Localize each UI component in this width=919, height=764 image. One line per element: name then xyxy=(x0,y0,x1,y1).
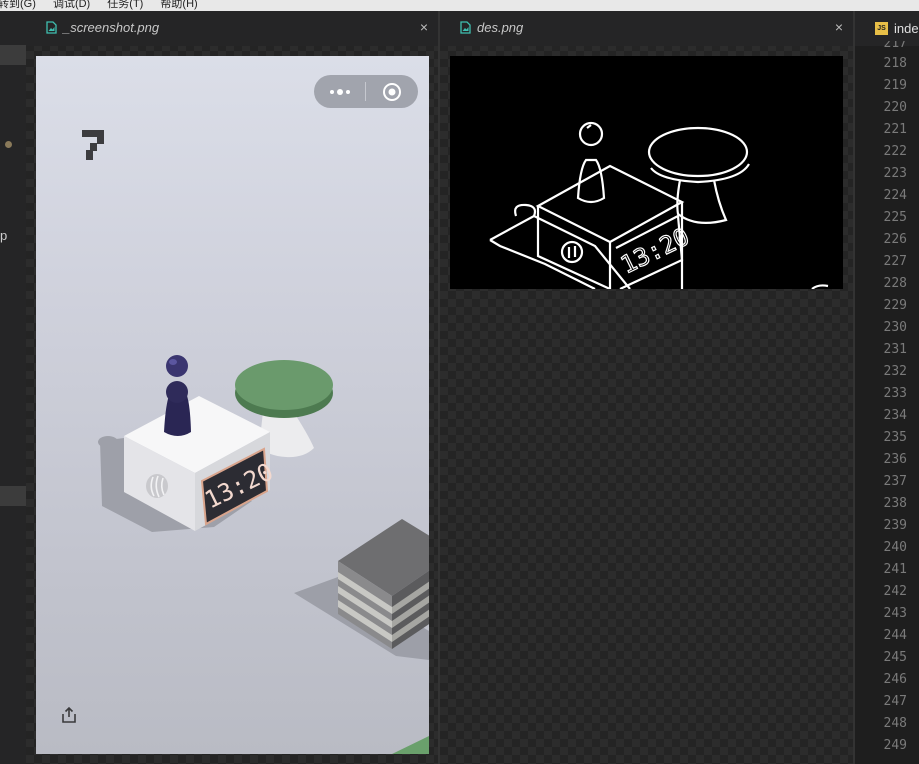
outline-mushroom-cap xyxy=(647,126,749,178)
line-number: 221 xyxy=(883,122,907,137)
line-number: 231 xyxy=(883,342,907,357)
leaf-logo-icon xyxy=(146,474,168,498)
outline-mushroom-stem xyxy=(676,179,728,225)
line-number: 246 xyxy=(883,672,907,687)
explorer-item-label: p xyxy=(0,228,8,243)
line-number: 235 xyxy=(883,430,907,445)
line-number: 220 xyxy=(883,100,907,115)
player-pawn xyxy=(164,355,191,436)
line-number: 240 xyxy=(883,540,907,555)
outline-fragment xyxy=(811,284,829,289)
line-number-gutter: 217 218 219 220 221 222 223 224 225 226 … xyxy=(855,41,907,757)
share-icon[interactable] xyxy=(61,706,77,724)
line-number: 219 xyxy=(883,78,907,93)
close-tab-button[interactable]: × xyxy=(420,19,428,35)
line-number: 239 xyxy=(883,518,907,533)
menu-debug[interactable]: 调试(D) xyxy=(53,0,90,10)
outline-scene: 13:20 xyxy=(489,121,829,289)
menu-tasks[interactable]: 任务(T) xyxy=(107,0,143,10)
menu-help[interactable]: 帮助(H) xyxy=(160,0,197,10)
line-number: 228 xyxy=(883,276,907,291)
menu-bar: 转到(G) 调试(D) 任务(T) 帮助(H) xyxy=(0,0,919,11)
line-number: 234 xyxy=(883,408,907,423)
explorer-item-highlight[interactable] xyxy=(0,486,26,506)
striped-stack-block xyxy=(338,519,429,649)
game-screenshot: 13:20 xyxy=(36,56,429,754)
tab-screenshot-png[interactable]: _screenshot.png xyxy=(46,20,159,35)
score-digit-graphic xyxy=(82,130,104,160)
edge-detection-preview: 13:20 xyxy=(450,56,843,289)
outline-mushroom-rim xyxy=(650,163,750,184)
line-number: 247 xyxy=(883,694,907,709)
close-miniprogram-button[interactable] xyxy=(366,75,418,108)
line-number: 218 xyxy=(883,56,907,71)
line-number: 232 xyxy=(883,364,907,379)
tab-label: inde xyxy=(894,21,919,36)
line-number: 242 xyxy=(883,584,907,599)
editor-pane-screenshot: _screenshot.png × 13:20 xyxy=(26,11,438,764)
image-file-icon xyxy=(460,21,471,34)
game-scene: 13:20 xyxy=(98,355,429,754)
line-number: 237 xyxy=(883,474,907,489)
outline-emblem-lines xyxy=(567,246,577,258)
explorer-sidebar: p xyxy=(0,11,26,764)
more-button[interactable] xyxy=(314,75,365,108)
editor-pane-des: des.png × 13:20 xyxy=(440,11,853,764)
image-file-icon xyxy=(46,21,57,34)
tab-label: _screenshot.png xyxy=(63,20,160,35)
line-number: 227 xyxy=(883,254,907,269)
outline-base-bottom xyxy=(489,239,596,289)
line-number: 224 xyxy=(883,188,907,203)
ledge-shadow xyxy=(98,436,118,448)
line-number: 236 xyxy=(883,452,907,467)
line-number: 241 xyxy=(883,562,907,577)
editor-pane-code: JS inde 217 218 219 220 221 222 223 224 … xyxy=(855,11,919,764)
tab-bar: _screenshot.png × xyxy=(26,11,438,46)
line-number: 238 xyxy=(883,496,907,511)
close-tab-button[interactable]: × xyxy=(835,19,843,35)
line-number: 229 xyxy=(883,298,907,313)
outline-emblem xyxy=(560,240,584,264)
line-number: 226 xyxy=(883,232,907,247)
line-number: 225 xyxy=(883,210,907,225)
tab-label: des.png xyxy=(477,20,524,35)
more-dots-icon xyxy=(329,88,350,95)
line-number: 244 xyxy=(883,628,907,643)
mushroom-cap-top xyxy=(235,360,333,410)
modified-dot-icon xyxy=(5,141,12,148)
line-number: 248 xyxy=(883,716,907,731)
record-circle-icon xyxy=(383,82,401,101)
line-number: 233 xyxy=(883,386,907,401)
tab-bar: des.png × xyxy=(440,11,853,46)
outline-ledge xyxy=(514,203,537,217)
tab-des-png[interactable]: des.png xyxy=(460,20,523,35)
line-number: 230 xyxy=(883,320,907,335)
line-number: 249 xyxy=(883,738,907,753)
js-file-icon: JS xyxy=(875,22,888,35)
line-number: 222 xyxy=(883,144,907,159)
line-number: 223 xyxy=(883,166,907,181)
line-number: 217 xyxy=(883,41,907,51)
miniprogram-capsule xyxy=(314,75,418,108)
outline-cube-top xyxy=(535,164,685,244)
line-number: 245 xyxy=(883,650,907,665)
line-number: 243 xyxy=(883,606,907,621)
next-platform-edge xyxy=(392,736,429,754)
outline-pawn-highlight xyxy=(586,124,592,129)
menu-goto[interactable]: 转到(G) xyxy=(0,0,36,10)
explorer-item-selected[interactable] xyxy=(0,45,26,65)
